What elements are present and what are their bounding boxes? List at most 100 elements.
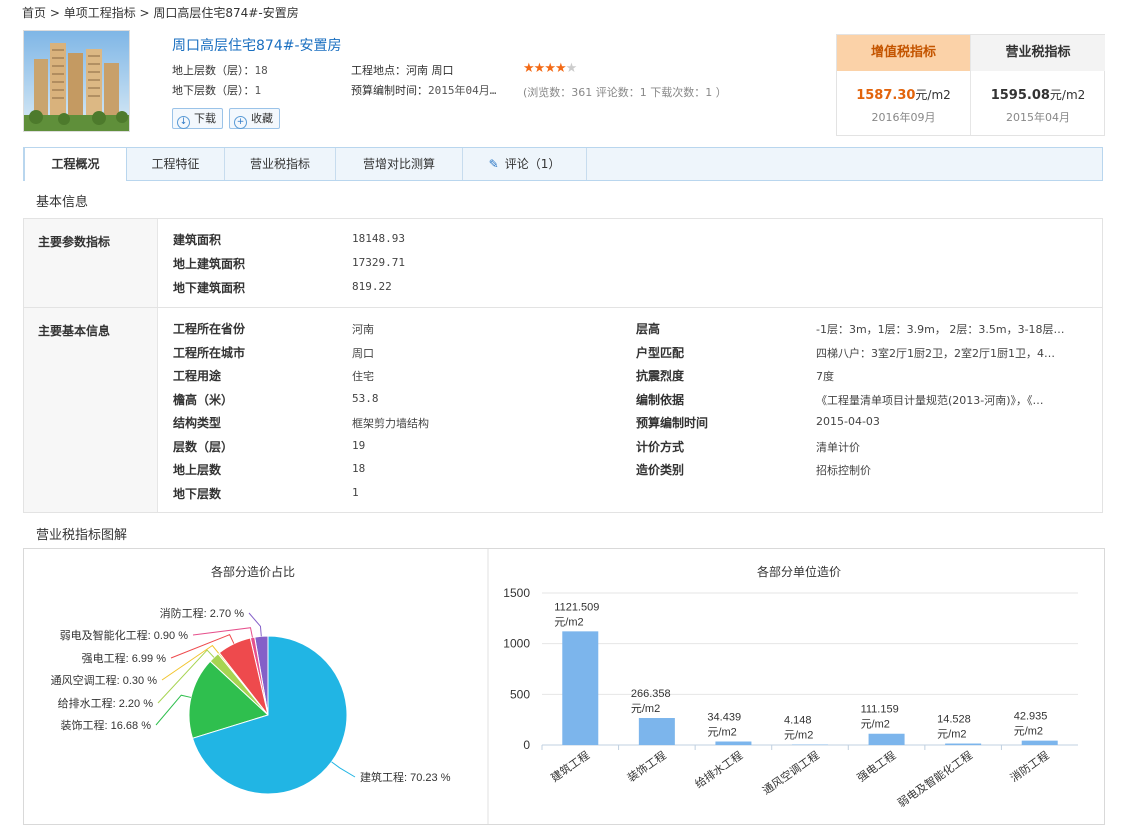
info-row-value: 框架剪力墙结构 [352,417,429,430]
vat-date: 2016年09月 [871,111,936,124]
bar-unit-label: 元/m2 [1014,726,1043,738]
charts-svg: 各部分造价占比建筑工程: 70.23 % 装饰工程: 16.68 % 给排水工程: … [51,549,1078,824]
business-tax-value: 1595.08 [990,88,1050,103]
pie-title: 各部分造价占比 [211,564,295,579]
bar-value-label: 4.148 [784,715,812,727]
tab-comments[interactable]: ✎ 评论（1） [463,148,587,180]
bar-unit-label: 元/m2 [784,730,813,742]
info-row-right-value: 《工程量清单项目计量规范(2013-河南)》，《… [816,393,1044,407]
info-row-label: 檐高（米） [173,392,234,407]
info-row-right-label: 编制依据 [636,392,685,407]
bar-value-label: 1121.509 [554,601,599,613]
main-info-title: 主要基本信息 [24,308,158,512]
main-info-panel: 主要基本信息 [23,307,1103,513]
bar [945,743,982,745]
info-row-right-label: 造价类别 [636,463,685,477]
tab-business-tax[interactable]: 营业税指标 [225,148,336,180]
info-row-right-label: 层高 [636,322,661,336]
info-row-value: 住宅 [352,370,374,383]
pie-connector [331,761,356,778]
pie-label: 装饰工程: 16.68 % [61,718,152,732]
x-tick-label: 通风空调工程 [760,748,822,797]
info-row-right-value: 招标控制价 [816,464,871,477]
tab-vat-comparison[interactable]: 营增对比测算 [336,148,463,180]
param-row-label: 地上建筑面积 [173,257,246,271]
vat-indicator[interactable]: 增值税指标 1587.30元/m2 2016年09月 [837,35,971,135]
budget-time: 预算编制时间：2015年04月… [351,84,497,97]
section-title-charts: 营业税指标图解 [36,528,128,543]
vat-value: 1587.30 [856,88,916,103]
param-row-value: 17329.71 [352,256,405,269]
favorite-button[interactable]: + 收藏 [229,108,280,129]
bar-title: 各部分单位造价 [757,564,841,579]
bar-value-label: 266.358 [631,688,671,700]
info-row-right-label: 预算编制时间 [636,416,709,430]
info-row-right-label: 户型匹配 [636,345,685,360]
param-row-value: 819.22 [352,280,392,293]
project-title[interactable]: 周口高层住宅874#-安置房 [172,35,342,55]
bar [1021,740,1058,745]
breadcrumb-item-index[interactable]: 单项工程指标 [64,6,136,20]
star-icon: ★ [523,61,535,76]
info-row-label: 结构类型 [173,416,222,430]
y-tick-label: 500 [510,687,530,701]
bar [562,631,599,745]
vat-label[interactable]: 增值税指标 [837,35,970,71]
bar-value-label: 111.159 [861,704,899,716]
plus-icon: + [234,116,247,129]
info-row-right-value: 清单计价 [816,440,860,454]
pie-label: 建筑工程: 70.23 % [360,770,451,784]
bar-value-label: 34.439 [707,712,741,724]
pie-connector [248,612,262,637]
bar [715,741,752,745]
bar-unit-label: 元/m2 [937,729,966,741]
charts-panel: 各部分造价占比建筑工程: 70.23 % 装饰工程: 16.68 % 给排水工程: … [23,548,1105,825]
info-row-right-value: 2015-04-03 [816,415,880,428]
x-tick-label: 装饰工程 [625,748,669,785]
main-params-title: 主要参数指标 [24,219,158,307]
star-icon: ★ [554,61,567,76]
param-row-value: 18148.93 [352,232,405,245]
vat-unit: 元/m2 [915,88,951,102]
business-tax-label[interactable]: 营业税指标 [971,35,1105,71]
info-row-right-value: 四梯八户：3室2厅1厨2卫，2室2厅1厨1卫，4… [816,346,1055,360]
param-row-label: 建筑面积 [173,233,222,247]
download-button[interactable]: ↓ 下载 [172,108,223,129]
tab-overview[interactable]: 工程概况 [24,147,127,181]
info-row-value: 53.8 [352,391,379,405]
info-row-value: 1 [352,485,359,499]
pie-label: 通风空调工程: 0.30 % [51,673,158,687]
info-row-value: 周口 [352,346,374,360]
info-row-value: 河南 [352,323,374,336]
info-row-label: 工程用途 [173,369,222,383]
info-row-label: 地上层数 [173,463,222,477]
section-title-basic: 基本信息 [36,195,89,210]
business-tax-date: 2015年04月 [1006,111,1070,124]
business-tax-indicator[interactable]: 营业税指标 1595.08元/m2 2015年04月 [971,35,1105,135]
bar [638,718,675,745]
project-location: 工程地点：河南 周口 [351,64,454,77]
info-row-value: 19 [352,438,366,452]
bar-unit-label: 元/m2 [707,727,736,739]
project-thumbnail[interactable] [23,30,130,132]
info-row-value: 18 [352,462,366,475]
star-icon: ★ [565,61,578,76]
info-row-right-label: 计价方式 [636,439,685,454]
bar [868,733,905,745]
info-row-right-label: 抗震烈度 [636,369,685,383]
tab-features[interactable]: 工程特征 [127,148,225,180]
x-tick-label: 给排水工程 [692,748,745,791]
info-row-right-value: 7度 [816,370,834,383]
info-row-label: 工程所在城市 [173,345,246,360]
pie-connector [192,627,253,638]
bar-value-label: 14.528 [937,714,971,726]
below-floors: 地下层数（层）：1 [172,84,262,97]
y-tick-label: 0 [523,738,530,752]
y-tick-label: 1500 [503,586,530,600]
pie-label: 给排水工程: 2.20 % [58,696,154,710]
pencil-icon: ✎ [488,157,499,171]
x-tick-label: 弱电及智能化工程 [895,748,975,810]
pie-label: 强电工程: 6.99 % [82,652,167,665]
info-row-label: 地下层数 [173,486,222,501]
breadcrumb-home[interactable]: 首页 [22,6,46,20]
